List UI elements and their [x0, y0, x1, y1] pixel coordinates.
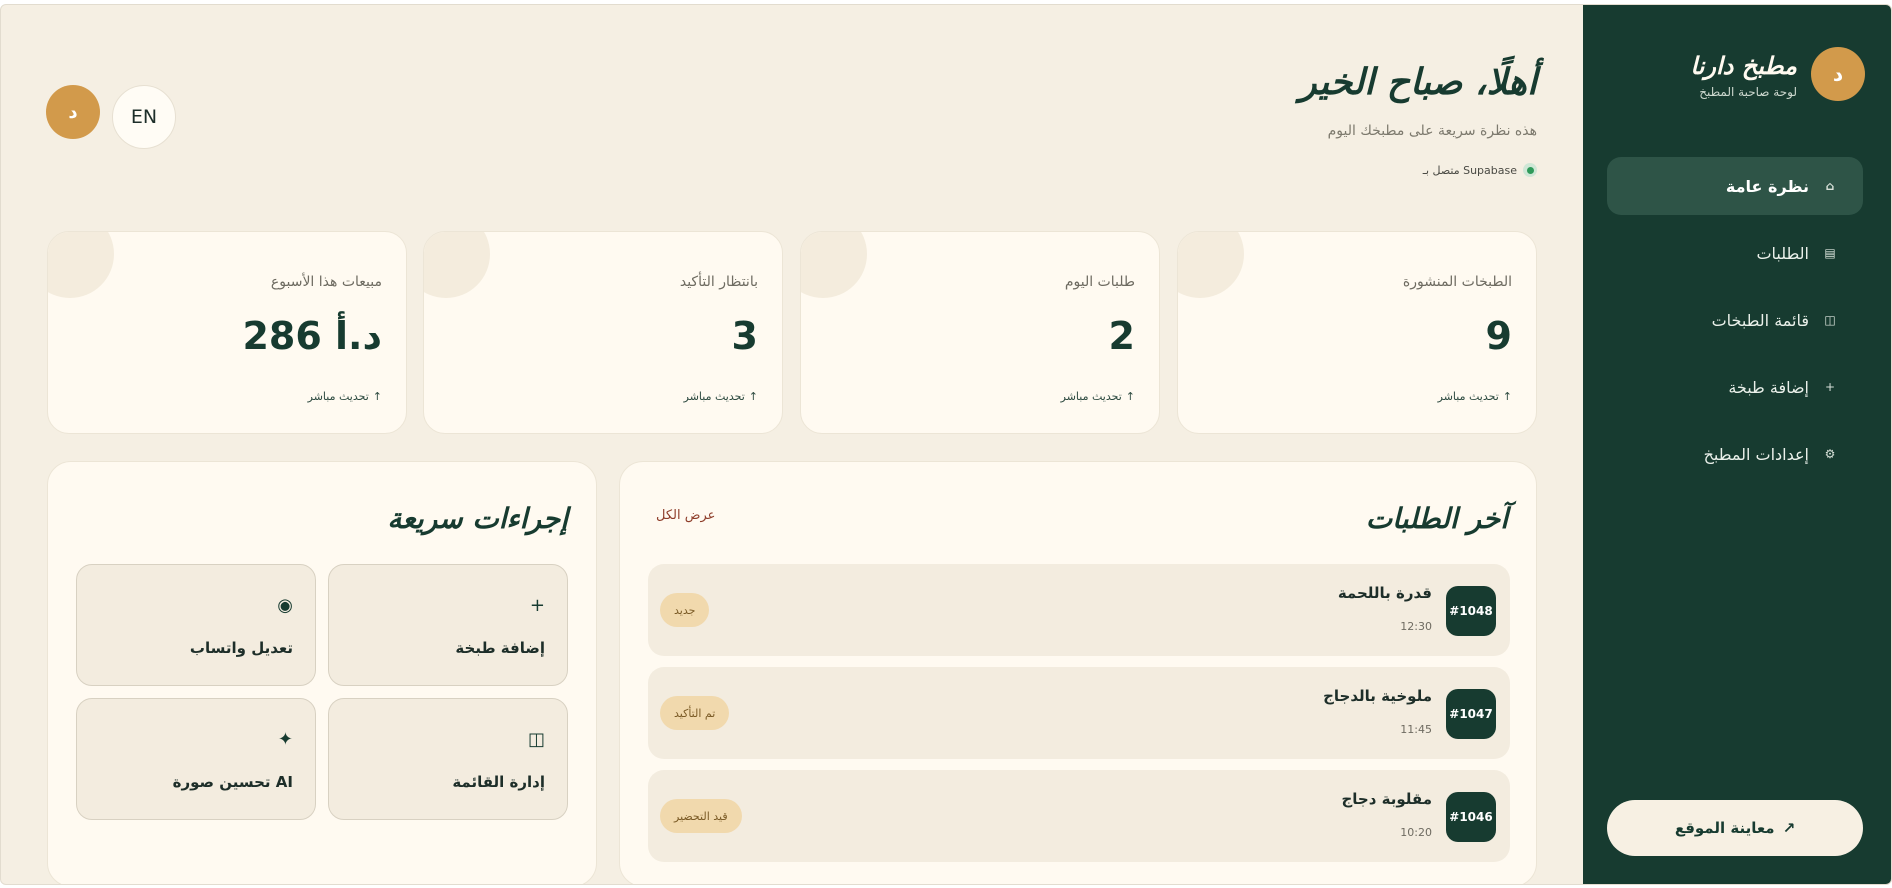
stat-value: 286 د.أ: [242, 314, 382, 358]
sidebar-item-label: نظرة عامة: [1725, 176, 1809, 196]
order-row[interactable]: #1047 ملوخية بالدجاج 11:45 تم التأكيد: [648, 667, 1510, 759]
receipt-icon: ▤: [1824, 246, 1836, 260]
preview-site-label: معاينة الموقع: [1674, 819, 1775, 837]
stat-value: 3: [731, 314, 758, 358]
order-id: #1047: [1446, 689, 1496, 739]
sidebar-item-label: قائمة الطبخات: [1711, 310, 1809, 330]
status-badge: قيد التحضير: [660, 799, 742, 833]
decorative-circle: [801, 232, 867, 298]
arrow-up-icon: ↑: [748, 390, 758, 403]
stat-card-today-orders: طلبات اليوم 2 تحديث مباشر ↑: [800, 231, 1160, 434]
decorative-circle: [424, 232, 490, 298]
manage-menu-action[interactable]: ◫ إدارة القائمة: [328, 698, 568, 820]
ai-image-enhance-action[interactable]: ✦ تحسين صورة AI: [76, 698, 316, 820]
whatsapp-icon: ◉: [277, 595, 293, 616]
plus-icon: +: [529, 595, 545, 616]
order-row[interactable]: #1046 مقلوبة دجاج 10:20 قيد التحضير: [648, 770, 1510, 862]
external-link-icon: ↗: [1782, 819, 1796, 837]
arrow-up-icon: ↑: [1502, 390, 1512, 403]
stat-footer: تحديث مباشر ↑: [1061, 390, 1135, 403]
stat-footer: تحديث مباشر ↑: [308, 390, 382, 403]
sidebar-item-menu[interactable]: قائمة الطبخات ◫: [1607, 291, 1863, 349]
decorative-circle: [1178, 232, 1244, 298]
stat-footer-label: تحديث مباشر: [307, 390, 369, 403]
page-title: أهلًا، صباح الخير: [1299, 61, 1537, 103]
brand: د مطبخ دارنا لوحة صاحبة المطبخ: [1605, 47, 1865, 107]
stat-label: طلبات اليوم: [1064, 274, 1135, 290]
sidebar-item-overview[interactable]: نظرة عامة ⌂: [1607, 157, 1863, 215]
gear-icon: ⚙: [1824, 447, 1836, 461]
stat-footer: تحديث مباشر ↑: [1438, 390, 1512, 403]
action-label: تعديل واتساب: [189, 639, 293, 657]
order-name: مقلوبة دجاج: [1341, 790, 1432, 808]
action-label: تحسين صورة AI: [172, 773, 293, 791]
stat-footer-label: تحديث مباشر: [1437, 390, 1499, 403]
sidebar-item-orders[interactable]: الطلبات ▤: [1607, 224, 1863, 282]
page-subtitle: هذه نظرة سريعة على مطبخك اليوم: [1327, 123, 1537, 139]
decorative-circle: [48, 232, 114, 298]
stat-footer-label: تحديث مباشر: [683, 390, 745, 403]
language-toggle-button[interactable]: EN: [112, 85, 176, 149]
arrow-up-icon: ↑: [1125, 390, 1135, 403]
sidebar-item-label: إضافة طبخة: [1728, 377, 1809, 397]
stat-footer-label: تحديث مباشر: [1060, 390, 1122, 403]
connection-status: متصل بـ Supabase: [1423, 163, 1537, 177]
brand-subtitle: لوحة صاحبة المطبخ: [1699, 85, 1797, 99]
order-name: قدرة باللحمة: [1337, 584, 1432, 602]
main-content: أهلًا، صباح الخير هذه نظرة سريعة على مطب…: [1, 5, 1585, 884]
app-window: د مطبخ دارنا لوحة صاحبة المطبخ نظرة عامة…: [0, 4, 1892, 885]
edit-whatsapp-action[interactable]: ◉ تعديل واتساب: [76, 564, 316, 686]
action-label: إضافة طبخة: [455, 639, 545, 657]
stat-label: الطبخات المنشورة: [1402, 274, 1512, 290]
menu-book-icon: ◫: [527, 729, 545, 750]
recent-orders-panel: آخر الطلبات عرض الكل #1048 قدرة باللحمة …: [619, 461, 1537, 884]
stat-footer: تحديث مباشر ↑: [684, 390, 758, 403]
status-badge: جديد: [660, 593, 710, 627]
stat-card-weekly-sales: مبيعات هذا الأسبوع 286 د.أ تحديث مباشر ↑: [47, 231, 407, 434]
arrow-up-icon: ↑: [372, 390, 382, 403]
order-row[interactable]: #1048 قدرة باللحمة 12:30 جديد: [648, 564, 1510, 656]
add-dish-action[interactable]: + إضافة طبخة: [328, 564, 568, 686]
order-time: 10:20: [1400, 826, 1432, 839]
quick-actions-title: إجراءات سريعة: [387, 502, 568, 535]
order-id: #1046: [1446, 792, 1496, 842]
status-dot-icon: [1523, 163, 1537, 177]
user-avatar[interactable]: د: [46, 85, 100, 139]
sidebar: د مطبخ دارنا لوحة صاحبة المطبخ نظرة عامة…: [1583, 5, 1891, 884]
connection-label: متصل بـ Supabase: [1422, 163, 1517, 177]
order-id: #1048: [1446, 586, 1496, 636]
stat-card-pending: بانتظار التأكيد 3 تحديث مباشر ↑: [423, 231, 783, 434]
quick-actions-panel: إجراءات سريعة + إضافة طبخة ◉ تعديل واتسا…: [47, 461, 597, 884]
stat-value: 2: [1108, 314, 1135, 358]
order-time: 12:30: [1400, 620, 1432, 633]
sidebar-item-add-dish[interactable]: إضافة طبخة +: [1607, 358, 1863, 416]
status-badge: تم التأكيد: [660, 696, 730, 730]
preview-site-button[interactable]: معاينة الموقع ↗: [1607, 800, 1863, 856]
menu-book-icon: ◫: [1824, 313, 1836, 327]
sidebar-item-label: الطلبات: [1756, 243, 1809, 263]
plus-icon: +: [1824, 380, 1836, 394]
sidebar-nav: نظرة عامة ⌂ الطلبات ▤ قائمة الطبخات ◫ إض…: [1607, 157, 1863, 492]
stat-card-published-dishes: الطبخات المنشورة 9 تحديث مباشر ↑: [1177, 231, 1537, 434]
sidebar-item-settings[interactable]: إعدادات المطبخ ⚙: [1607, 425, 1863, 483]
order-name: ملوخية بالدجاج: [1323, 687, 1432, 705]
sparkle-icon: ✦: [277, 729, 293, 750]
stat-label: بانتظار التأكيد: [679, 274, 758, 290]
brand-name: مطبخ دارنا: [1690, 51, 1797, 80]
stat-value: 9: [1485, 314, 1512, 358]
sidebar-item-label: إعدادات المطبخ: [1703, 444, 1809, 464]
view-all-link[interactable]: عرض الكل: [656, 508, 715, 523]
action-label: إدارة القائمة: [452, 773, 545, 791]
recent-orders-title: آخر الطلبات: [1365, 502, 1508, 535]
order-time: 11:45: [1400, 723, 1432, 736]
stat-label: مبيعات هذا الأسبوع: [270, 274, 382, 290]
home-icon: ⌂: [1825, 179, 1835, 193]
brand-avatar: د: [1811, 47, 1865, 101]
